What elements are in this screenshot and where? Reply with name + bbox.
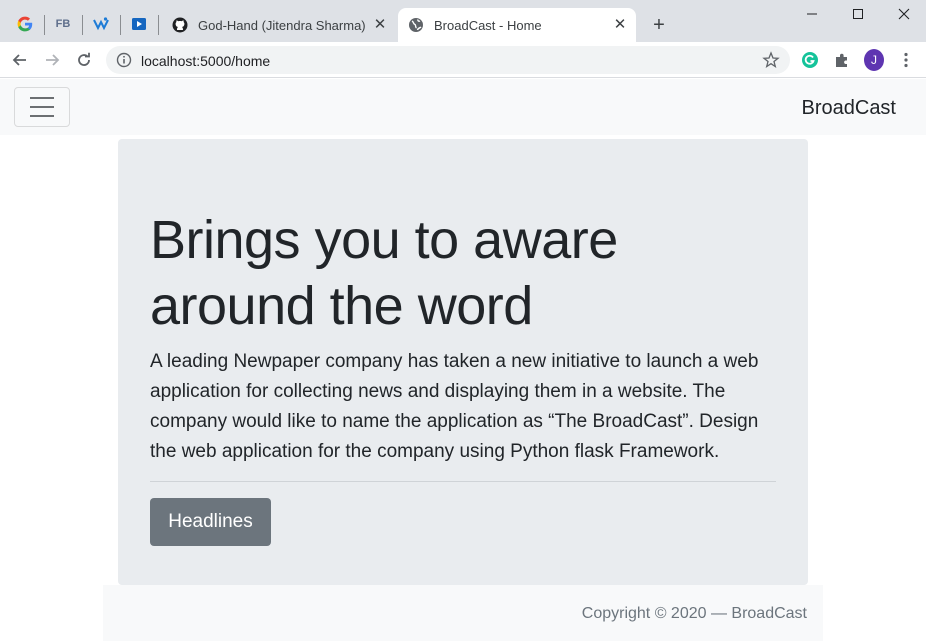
reload-icon [78,52,90,66]
address-bar[interactable]: localhost:5000/home [106,46,790,74]
pinned-separator [120,15,121,35]
tab-title: BroadCast - Home [434,17,542,33]
hamburger-icon-bar [30,115,54,117]
navbar-toggler-button[interactable] [14,87,70,127]
window-close-button[interactable] [894,4,914,24]
teams-icon [93,17,109,31]
github-icon [172,17,188,33]
jumbotron: Brings you to aware around the word A le… [118,139,808,585]
new-tab-button[interactable]: + [648,14,670,36]
kebab-menu-icon [904,52,908,68]
minimize-icon [807,13,817,15]
close-icon [898,8,910,20]
close-icon[interactable]: ✕ [612,17,628,33]
url-text[interactable]: localhost:5000/home [141,53,270,69]
tab-github[interactable]: God-Hand (Jitendra Sharma) ✕ [162,8,396,42]
extensions-button[interactable] [832,50,852,70]
minimize-button[interactable] [802,4,822,24]
google-icon [17,16,33,32]
hero-heading: Brings you to aware around the word [150,210,618,336]
fb-icon: FB [55,18,71,30]
maximize-button[interactable] [848,4,868,24]
back-button[interactable] [8,48,32,72]
profile-avatar[interactable]: J [864,49,884,71]
hamburger-icon-bar [30,97,54,99]
grammarly-extension[interactable] [800,50,820,70]
tab-title: God-Hand (Jitendra Sharma) [198,17,366,33]
reload-button[interactable] [72,48,96,72]
close-icon[interactable]: ✕ [372,17,388,33]
bookmark-star-icon[interactable] [762,51,780,69]
maximize-icon [853,9,863,19]
copyright-text: Copyright © 2020 — BroadCast [581,605,807,622]
hero-lead-text: A leading Newpaper company has taken a n… [150,351,759,462]
tab-strip: FB God-Hand (Jitendra Sharma) ✕ BroadCas… [0,0,926,42]
puzzle-icon [836,53,847,67]
forward-button[interactable] [40,48,64,72]
navbar-brand-link[interactable]: BroadCast [802,97,897,120]
grammarly-icon [802,52,818,68]
pinned-separator [82,15,83,35]
headlines-button[interactable]: Headlines [150,498,271,546]
site-navbar: BroadCast [0,79,926,135]
video-pinned-tab[interactable] [124,10,154,38]
info-icon[interactable] [116,52,132,68]
browser-toolbar: localhost:5000/home J [0,42,926,78]
hamburger-icon-bar [30,106,54,108]
arrow-right-icon [46,54,60,66]
globe-icon [408,17,424,33]
tab-broadcast-home[interactable]: BroadCast - Home ✕ [398,8,636,42]
video-icon [132,18,146,30]
footer: Copyright © 2020 — BroadCast [103,585,823,641]
avatar-initial: J [871,53,877,67]
pinned-separator [44,15,45,35]
teams-pinned-tab[interactable] [86,10,116,38]
pinned-separator [158,15,159,35]
google-pinned-tab[interactable] [10,10,40,38]
divider [150,481,776,482]
avatar: J [864,49,884,71]
browser-menu-button[interactable] [896,50,916,70]
facebook-pinned-tab[interactable]: FB [48,10,78,38]
arrow-left-icon [12,54,26,66]
